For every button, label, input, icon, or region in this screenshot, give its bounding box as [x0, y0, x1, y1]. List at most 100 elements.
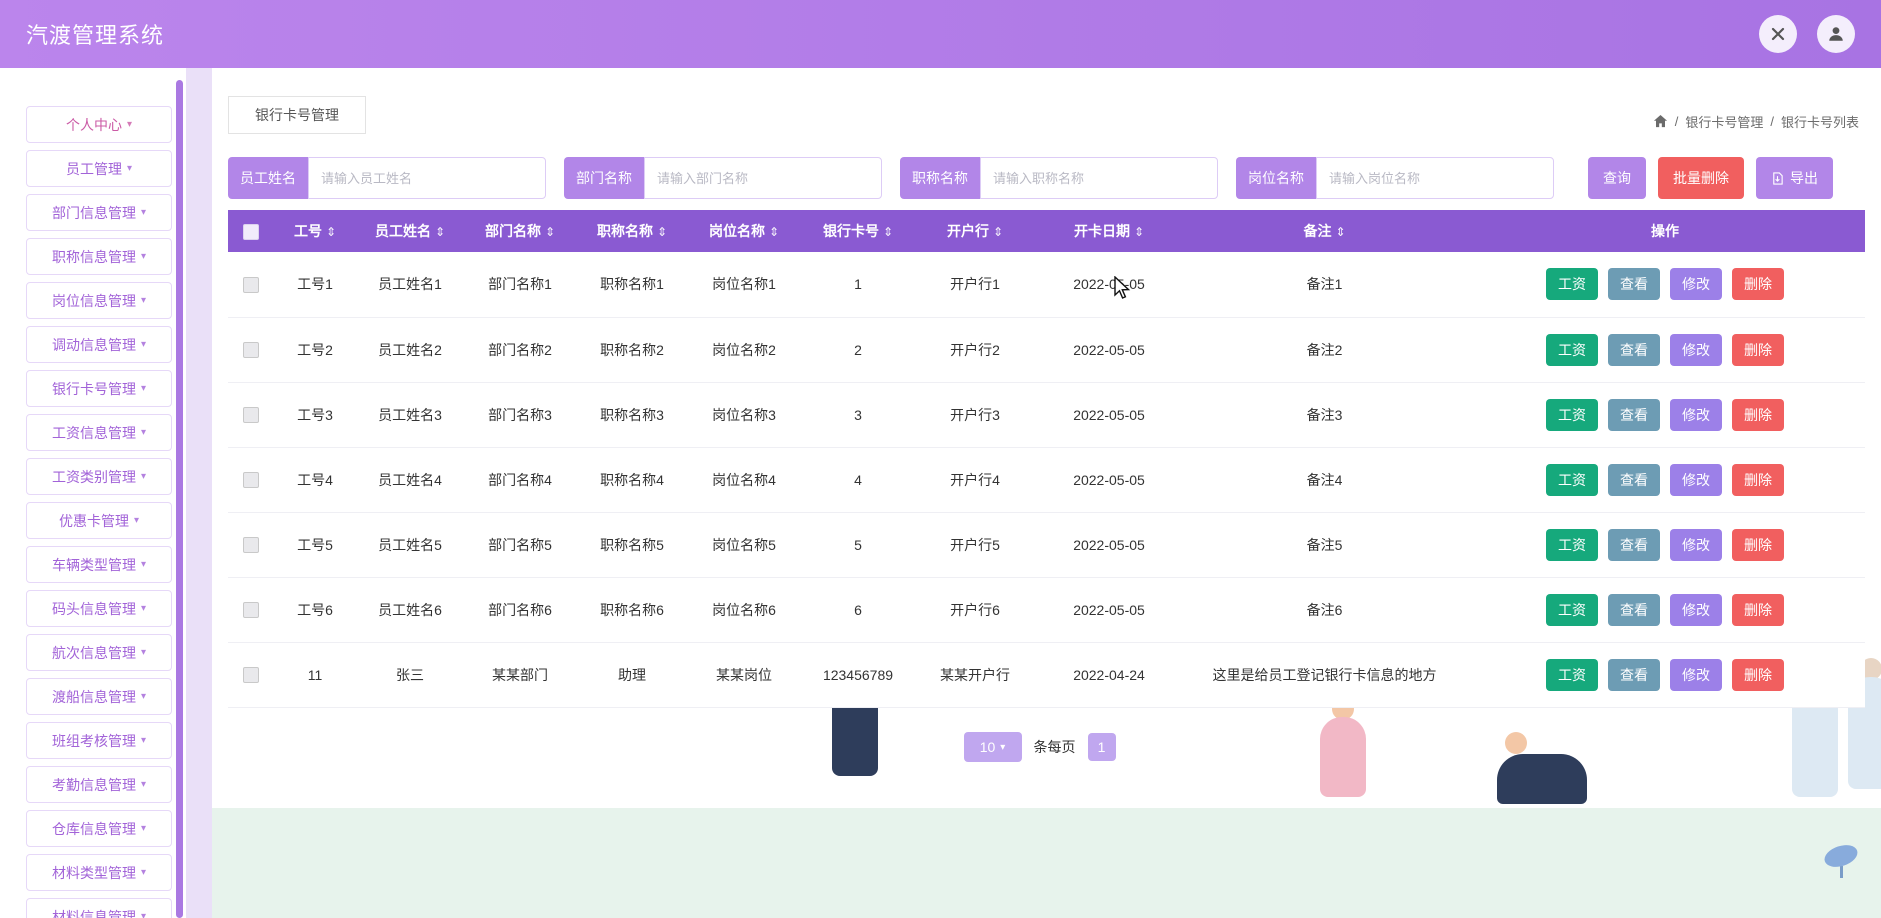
batch-delete-button[interactable]: 批量删除 [1658, 157, 1744, 199]
row-actions: 工资 查看 修改 删除 [1465, 317, 1865, 383]
sidebar-item[interactable]: 银行卡号管理 ▾ [26, 370, 172, 407]
view-button[interactable]: 查看 [1608, 398, 1660, 431]
tab-bank-card-management[interactable]: 银行卡号管理 [228, 96, 366, 134]
delete-button[interactable]: 删除 [1732, 593, 1784, 626]
row-actions: 工资 查看 修改 删除 [1465, 642, 1865, 708]
column-header[interactable]: 银行卡号 ⇕ [800, 210, 916, 252]
column-header[interactable]: 职称名称 ⇕ [576, 210, 688, 252]
sort-icon[interactable]: ⇕ [1134, 225, 1144, 239]
row-checkbox[interactable] [243, 276, 259, 293]
salary-button[interactable]: 工资 [1546, 593, 1598, 626]
column-header[interactable]: 备注 ⇕ [1184, 210, 1465, 252]
row-checkbox[interactable] [243, 537, 259, 554]
salary-button[interactable]: 工资 [1546, 333, 1598, 366]
filter-group: 员工姓名 [228, 157, 546, 199]
breadcrumb-item[interactable]: 银行卡号列表 [1781, 112, 1859, 131]
salary-button[interactable]: 工资 [1546, 658, 1598, 691]
sidebar-item[interactable]: 调动信息管理 ▾ [26, 326, 172, 363]
filter-group: 职称名称 [900, 157, 1218, 199]
column-header[interactable]: 部门名称 ⇕ [464, 210, 576, 252]
sidebar-item[interactable]: 工资信息管理 ▾ [26, 414, 172, 451]
edit-button[interactable]: 修改 [1670, 398, 1722, 431]
sidebar-item[interactable]: 员工管理 ▾ [26, 150, 172, 187]
sidebar-item[interactable]: 仓库信息管理 ▾ [26, 810, 172, 847]
column-header[interactable]: 员工姓名 ⇕ [356, 210, 464, 252]
sort-icon[interactable]: ⇕ [1335, 225, 1345, 239]
delete-button[interactable]: 删除 [1732, 463, 1784, 496]
filter-input[interactable] [644, 157, 882, 199]
edit-button[interactable]: 修改 [1670, 593, 1722, 626]
column-header[interactable]: 开卡日期 ⇕ [1034, 210, 1184, 252]
page-button[interactable]: 1 [1087, 733, 1116, 761]
table-cell: 备注1 [1184, 252, 1465, 318]
sidebar-item[interactable]: 渡船信息管理 ▾ [26, 678, 172, 715]
row-checkbox[interactable] [243, 407, 259, 424]
sort-icon[interactable]: ⇕ [435, 225, 445, 239]
chevron-down-icon: ▾ [140, 867, 147, 878]
edit-button[interactable]: 修改 [1670, 528, 1722, 561]
sidebar-item[interactable]: 航次信息管理 ▾ [26, 634, 172, 671]
row-checkbox[interactable] [243, 602, 259, 619]
sidebar-item[interactable]: 部门信息管理 ▾ [26, 194, 172, 231]
sort-icon[interactable]: ⇕ [326, 225, 336, 239]
home-icon[interactable] [1653, 114, 1668, 129]
column-header[interactable]: 开户行 ⇕ [916, 210, 1034, 252]
user-button[interactable] [1817, 15, 1855, 53]
sidebar-item[interactable]: 班组考核管理 ▾ [26, 722, 172, 759]
close-button[interactable] [1759, 15, 1797, 53]
sort-icon[interactable]: ⇕ [545, 225, 555, 239]
view-button[interactable]: 查看 [1608, 658, 1660, 691]
delete-button[interactable]: 删除 [1732, 658, 1784, 691]
sidebar-item[interactable]: 岗位信息管理 ▾ [26, 282, 172, 319]
view-button[interactable]: 查看 [1608, 268, 1660, 301]
view-button[interactable]: 查看 [1608, 593, 1660, 626]
select-all-checkbox[interactable] [243, 223, 259, 240]
filter-label: 职称名称 [900, 157, 980, 199]
sort-icon[interactable]: ⇕ [993, 225, 1003, 239]
sidebar-item[interactable]: 考勤信息管理 ▾ [26, 766, 172, 803]
search-button[interactable]: 查询 [1588, 157, 1646, 199]
sidebar-item[interactable]: 职称信息管理 ▾ [26, 238, 172, 275]
edit-button[interactable]: 修改 [1670, 333, 1722, 366]
view-button[interactable]: 查看 [1608, 463, 1660, 496]
delete-button[interactable]: 删除 [1732, 528, 1784, 561]
table-cell: 2022-05-05 [1034, 577, 1184, 643]
salary-button[interactable]: 工资 [1546, 268, 1598, 301]
filter-input[interactable] [1316, 157, 1554, 199]
edit-button[interactable]: 修改 [1670, 268, 1722, 301]
breadcrumb-item[interactable]: 银行卡号管理 [1685, 112, 1763, 131]
edit-button[interactable]: 修改 [1670, 463, 1722, 496]
sort-icon[interactable]: ⇕ [769, 225, 779, 239]
salary-button[interactable]: 工资 [1546, 528, 1598, 561]
sidebar-item[interactable]: 车辆类型管理 ▾ [26, 546, 172, 583]
view-button[interactable]: 查看 [1608, 333, 1660, 366]
column-header[interactable]: 岗位名称 ⇕ [688, 210, 800, 252]
view-button[interactable]: 查看 [1608, 528, 1660, 561]
salary-button[interactable]: 工资 [1546, 398, 1598, 431]
sidebar-item[interactable]: 码头信息管理 ▾ [26, 590, 172, 627]
table-cell: 岗位名称4 [688, 447, 800, 513]
column-header[interactable]: 工号 ⇕ [274, 210, 356, 252]
sort-icon[interactable]: ⇕ [883, 225, 893, 239]
row-checkbox[interactable] [243, 342, 259, 359]
edit-button[interactable]: 修改 [1670, 658, 1722, 691]
export-button[interactable]: 导出 [1756, 157, 1833, 199]
row-checkbox[interactable] [243, 667, 259, 684]
sort-icon[interactable]: ⇕ [657, 225, 667, 239]
salary-button[interactable]: 工资 [1546, 463, 1598, 496]
sidebar-item[interactable]: 材料信息管理 ▾ [26, 898, 172, 918]
sidebar-item[interactable]: 优惠卡管理 ▾ [26, 502, 172, 539]
sidebar-item[interactable]: 工资类别管理 ▾ [26, 458, 172, 495]
page-size-select[interactable]: 10 ▾ [963, 732, 1022, 762]
delete-button[interactable]: 删除 [1732, 268, 1784, 301]
filter-input[interactable] [980, 157, 1218, 199]
sidebar-scrollbar[interactable] [176, 80, 183, 918]
delete-button[interactable]: 删除 [1732, 333, 1784, 366]
filter-input[interactable] [308, 157, 546, 199]
chevron-down-icon: ▾ [140, 251, 147, 262]
row-checkbox[interactable] [243, 472, 259, 489]
sidebar-item[interactable]: 个人中心 ▾ [26, 106, 172, 143]
table-header-row: 工号 ⇕ 员工姓名 ⇕ 部门名称 ⇕ 职称名称 ⇕ 岗位名称 ⇕ 银行卡号 ⇕ 开户行 ⇕ 开卡日期 ⇕ 备注 ⇕… [228, 210, 1865, 252]
sidebar-item[interactable]: 材料类型管理 ▾ [26, 854, 172, 891]
delete-button[interactable]: 删除 [1732, 398, 1784, 431]
